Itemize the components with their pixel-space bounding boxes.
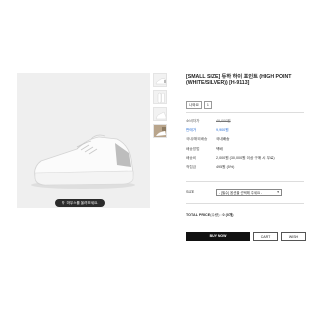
zoom-hint-label: 마우스를 올려보세요.	[66, 201, 99, 205]
buy-now-button[interactable]: BUY NOW	[186, 232, 250, 241]
divider-top	[186, 112, 304, 113]
thumbnail-4[interactable]	[153, 124, 167, 138]
info-label: 배송비	[186, 155, 197, 160]
info-row-shipping-method: 배송방법 택배	[186, 145, 304, 154]
thumbnail-2[interactable]	[153, 90, 167, 104]
total-qty-label: (수량)	[210, 213, 220, 217]
total-price: TOTAL PRICE(수량) : 0 (0개)	[186, 213, 234, 217]
info-label: 판매가	[186, 128, 197, 133]
size-option-row: SIZE - [필수] 옵션을 선택해 주세요 - ▾	[186, 187, 304, 197]
thumbnail-1[interactable]	[153, 73, 167, 87]
action-buttons: BUY NOW CART WISH	[186, 232, 306, 241]
badge-count: 1	[203, 101, 212, 109]
size-select[interactable]: - [필수] 옵션을 선택해 주세요 - ▾	[216, 188, 282, 196]
info-value: 국내배송	[216, 137, 230, 142]
product-main-image[interactable]: ⚲ 마우스를 올려보세요.	[17, 73, 150, 208]
wish-button[interactable]: WISH	[281, 232, 306, 241]
sneaker-illustration	[31, 134, 135, 189]
product-title: [SMALL SIZE] 듀하 하이 포인트 (HIGH POINT (WHIT…	[186, 74, 292, 87]
badge-new: 나와요	[186, 101, 202, 109]
divider-middle	[186, 181, 304, 182]
info-row-consumer-price: 소비자가 49,000원	[186, 117, 304, 126]
info-value: 9,900원	[216, 128, 229, 133]
info-row-sale-price: 판매가 9,900원	[186, 126, 304, 135]
thumbnail-3[interactable]	[153, 107, 167, 121]
thumbnail-list	[153, 73, 167, 141]
size-select-value: - [필수] 옵션을 선택해 주세요 -	[219, 190, 263, 195]
info-label: 배송방법	[186, 146, 200, 151]
info-row-points: 적립금 495원 (5%)	[186, 163, 304, 172]
product-info-table: 소비자가 49,000원 판매가 9,900원 국내/해외배송 국내배송 배송방…	[186, 117, 304, 172]
info-value: 49,000원	[216, 119, 231, 124]
total-value: 0 (0개)	[222, 213, 234, 217]
info-label: 적립금	[186, 165, 197, 170]
info-label: 소비자가	[186, 119, 200, 124]
chevron-down-icon: ▾	[277, 190, 279, 194]
divider-bottom	[186, 203, 304, 204]
info-label: 국내/해외배송	[186, 137, 208, 142]
info-value: 495원 (5%)	[216, 165, 235, 170]
badge-group: 나와요 1	[186, 101, 212, 109]
info-row-shipping-fee: 배송비 2,000원 (30,000원 이상 구매 시 무료)	[186, 154, 304, 163]
zoom-hint-button[interactable]: ⚲ 마우스를 올려보세요.	[55, 199, 105, 207]
info-value: 2,000원 (30,000원 이상 구매 시 무료)	[216, 155, 275, 160]
cart-button[interactable]: CART	[253, 232, 278, 241]
info-value: 택배	[216, 146, 223, 151]
info-row-shipping-region: 국내/해외배송 국내배송	[186, 135, 304, 144]
size-label: SIZE	[186, 190, 195, 194]
magnifier-icon: ⚲	[61, 200, 65, 205]
total-label: TOTAL PRICE	[186, 213, 211, 217]
